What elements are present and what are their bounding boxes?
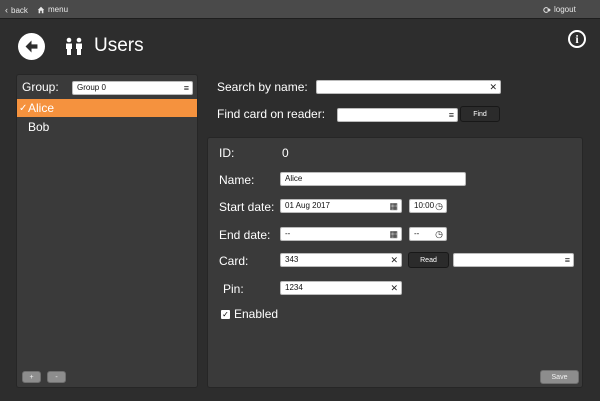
id-label: ID: xyxy=(219,146,235,160)
name-label: Name: xyxy=(219,173,255,187)
page-title: Users xyxy=(94,35,144,56)
user-name: Bob xyxy=(28,120,50,134)
card-reader-select[interactable]: ≡ xyxy=(453,253,574,267)
start-time-input[interactable]: 10:00 ◷ xyxy=(409,199,447,213)
name-input[interactable]: Alice xyxy=(280,172,466,186)
clock-icon[interactable]: ◷ xyxy=(435,228,443,240)
info-icon: i xyxy=(575,31,579,46)
name-input-value: Alice xyxy=(285,174,303,183)
end-time-input[interactable]: -- ◷ xyxy=(409,227,447,241)
clock-icon[interactable]: ◷ xyxy=(435,200,443,212)
card-input[interactable]: 343 ✕ xyxy=(280,253,402,267)
logout-link-label: logout xyxy=(554,5,576,14)
logout-icon xyxy=(543,6,551,13)
group-label: Group: xyxy=(22,80,59,94)
pin-label: Pin: xyxy=(223,282,244,296)
id-value: 0 xyxy=(282,146,289,160)
end-date-input[interactable]: -- ▦ xyxy=(280,227,402,241)
end-date-label: End date: xyxy=(219,228,271,242)
group-select[interactable]: Group 0 ≡ xyxy=(72,81,193,95)
read-button-label: Read xyxy=(420,256,437,264)
search-label: Search by name: xyxy=(217,80,308,94)
add-user-label: + xyxy=(29,373,34,381)
end-time-value: -- xyxy=(414,229,420,238)
user-list-item-alice[interactable]: ✓ Alice xyxy=(17,99,197,117)
user-list-panel: Group: Group 0 ≡ ✓ Alice Bob + - xyxy=(16,74,198,388)
find-card-label: Find card on reader: xyxy=(217,107,326,121)
back-button[interactable] xyxy=(18,33,45,60)
find-button-label: Find xyxy=(473,110,487,118)
back-link[interactable]: ‹ back xyxy=(5,5,28,15)
find-button[interactable]: Find xyxy=(460,106,500,122)
list-icon: ≡ xyxy=(448,110,454,120)
card-input-value: 343 xyxy=(285,255,299,264)
group-select-value: Group 0 xyxy=(77,83,106,92)
calendar-icon[interactable]: ▦ xyxy=(389,228,398,240)
calendar-icon[interactable]: ▦ xyxy=(389,200,398,212)
back-link-label: back xyxy=(11,5,28,15)
user-list-item-bob[interactable]: Bob xyxy=(17,118,197,136)
clear-x-icon[interactable]: ✕ xyxy=(390,282,398,294)
start-date-input[interactable]: 01 Aug 2017 ▦ xyxy=(280,199,402,213)
remove-user-button[interactable]: - xyxy=(47,371,66,383)
home-icon xyxy=(37,6,45,13)
clear-x-icon[interactable]: ✕ xyxy=(390,254,398,266)
checkmark-icon: ✓ xyxy=(222,310,229,319)
end-date-value: -- xyxy=(285,229,291,238)
user-details-panel: ID: 0 Name: Alice Start date: 01 Aug 201… xyxy=(207,137,583,388)
reader-select[interactable]: ≡ xyxy=(337,108,458,122)
start-date-value: 01 Aug 2017 xyxy=(285,201,330,210)
list-icon: ≡ xyxy=(564,255,570,265)
save-button[interactable]: Save xyxy=(540,370,579,384)
logout-link[interactable]: logout xyxy=(543,5,576,14)
page-header: Users i xyxy=(0,19,600,75)
pin-input-value: 1234 xyxy=(285,283,303,292)
read-button[interactable]: Read xyxy=(408,252,449,268)
enabled-checkbox[interactable]: ✓ xyxy=(221,310,230,319)
start-time-value: 10:00 xyxy=(414,201,435,210)
enabled-label: Enabled xyxy=(234,307,279,321)
pin-input[interactable]: 1234 ✕ xyxy=(280,281,402,295)
back-arrow-icon xyxy=(25,40,38,53)
checkmark-icon: ✓ xyxy=(19,102,28,114)
start-date-label: Start date: xyxy=(219,200,275,214)
users-icon xyxy=(66,37,82,55)
user-name: Alice xyxy=(28,101,55,115)
add-user-button[interactable]: + xyxy=(22,371,41,383)
chevron-left-icon: ‹ xyxy=(5,5,8,15)
save-button-label: Save xyxy=(551,373,568,381)
menu-link[interactable]: menu xyxy=(37,5,68,14)
card-label: Card: xyxy=(219,254,249,268)
menu-link-label: menu xyxy=(48,5,69,14)
search-input[interactable]: ✕ xyxy=(316,80,501,94)
remove-user-label: - xyxy=(55,373,58,381)
info-button[interactable]: i xyxy=(568,30,586,48)
top-bar: ‹ back menu logout xyxy=(0,0,600,19)
list-icon: ≡ xyxy=(183,83,189,93)
clear-x-icon[interactable]: ✕ xyxy=(489,81,497,93)
